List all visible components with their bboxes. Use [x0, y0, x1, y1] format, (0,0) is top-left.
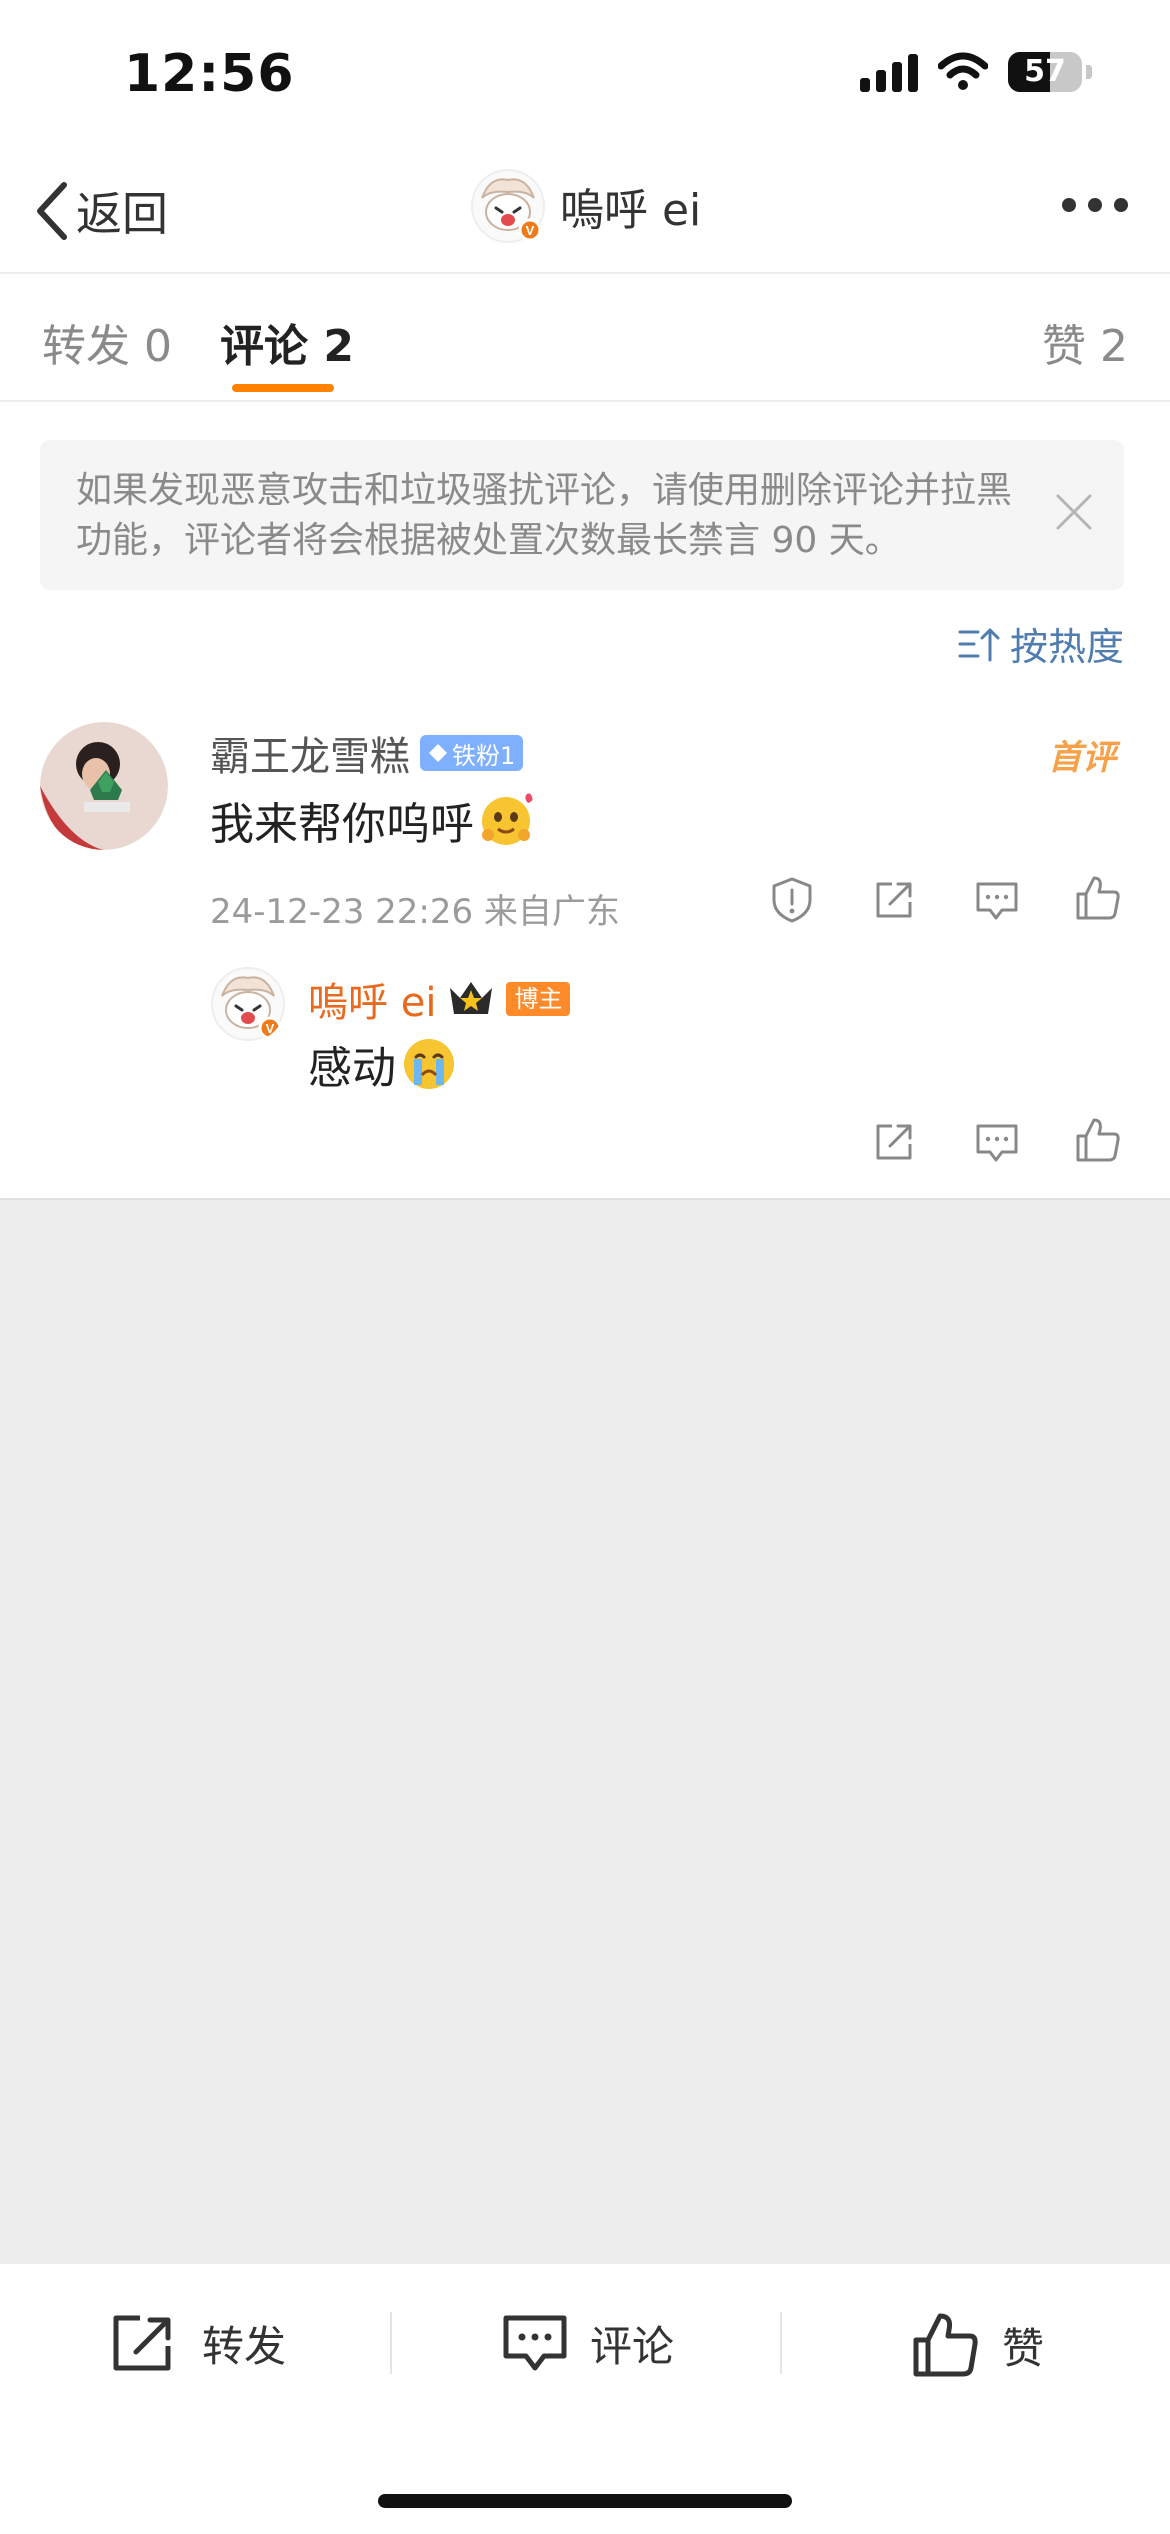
sort-icon [958, 628, 1000, 661]
tab-comment[interactable]: 评论 2 [220, 310, 354, 374]
fan-badge: 铁粉1 [420, 735, 524, 771]
chevron-left-icon [37, 182, 67, 240]
comment-content: 我来帮你呜呼 [210, 788, 536, 852]
share-icon [113, 2315, 171, 2371]
reply-icon[interactable] [974, 878, 1020, 924]
reply-reply-icon[interactable] [974, 1120, 1020, 1166]
cellular-signal-icon [860, 52, 918, 92]
svg-text:V: V [526, 223, 535, 238]
sort-label: 按热度 [1009, 625, 1124, 669]
share-icon[interactable] [872, 878, 916, 922]
close-icon[interactable] [1054, 492, 1094, 532]
tab-repost[interactable]: 转发 0 [42, 310, 172, 374]
bottom-action-bar: 转发 评论 赞 [0, 2262, 1170, 2534]
repost-button[interactable]: 转发 [110, 2312, 286, 2374]
battery-level: 57 [1024, 54, 1066, 89]
wifi-icon [938, 52, 988, 90]
empty-area [0, 1198, 1170, 2262]
like-icon [913, 2313, 978, 2377]
battery-icon: 57 [1008, 52, 1082, 92]
more-options-icon[interactable] [1062, 198, 1128, 212]
status-indicators: 57 [860, 52, 1092, 92]
repost-label: 转发 [202, 2321, 287, 2371]
diamond-icon [429, 744, 447, 762]
reply-share-icon[interactable] [872, 1120, 916, 1164]
moderation-notice: 如果发现恶意攻击和垃圾骚扰评论，请使用删除评论并拉黑功能，评论者将会根据被处置次… [40, 440, 1124, 590]
comment-meta: 24-12-23 22:26 来自广东 [210, 892, 620, 932]
tab-bar: 转发 0 评论 2 赞 2 [0, 272, 1170, 402]
like-button[interactable]: 赞 [912, 2312, 1044, 2378]
page-title: 嗚呼 ei [560, 185, 702, 236]
nav-title[interactable]: V 嗚呼 ei [470, 168, 701, 244]
crown-icon [450, 982, 493, 1014]
comment-label: 评论 [590, 2321, 675, 2371]
reply-like-icon[interactable] [1074, 1116, 1122, 1164]
status-time: 12:56 [124, 44, 295, 104]
reply-text: 感动 [308, 1043, 396, 1094]
commenter-name[interactable]: 霸王龙雪糕 [210, 724, 410, 782]
home-indicator[interactable] [378, 2494, 792, 2508]
navigation-bar: 返回 V 嗚呼 ei [0, 150, 1170, 274]
svg-text:V: V [266, 1021, 275, 1036]
avatar: V [471, 169, 545, 243]
sort-button[interactable]: 按热度 [958, 616, 1124, 671]
commenter-avatar[interactable] [40, 722, 168, 850]
like-icon[interactable] [1074, 874, 1122, 922]
reply-content: 感动 [308, 1032, 458, 1096]
first-comment-badge: 首评 [1048, 738, 1116, 778]
comment-button[interactable]: 评论 [502, 2312, 674, 2374]
active-tab-indicator [232, 384, 334, 392]
reply-user-name[interactable]: 嗚呼 ei [308, 970, 436, 1028]
comment-icon [503, 2315, 567, 2371]
notice-text: 如果发现恶意攻击和垃圾骚扰评论，请使用删除评论并拉黑功能，评论者将会根据被处置次… [76, 470, 1013, 561]
back-label: 返回 [76, 187, 168, 241]
fan-badge-label: 铁粉1 [452, 741, 516, 770]
back-button[interactable]: 返回 [34, 178, 168, 244]
like-label: 赞 [1002, 2323, 1045, 2373]
comment-text: 我来帮你呜呼 [210, 799, 474, 850]
hug-emoji-icon [482, 793, 533, 845]
status-bar: 12:56 57 [0, 0, 1170, 150]
report-icon[interactable] [770, 876, 814, 924]
host-badge: 博主 [506, 982, 571, 1016]
reply-avatar[interactable]: V [210, 966, 286, 1042]
commenter-row: 霸王龙雪糕 铁粉1 [210, 724, 524, 782]
crying-emoji-icon [404, 1039, 454, 1089]
reply-user-row: 嗚呼 ei 博主 [308, 970, 571, 1028]
tab-like[interactable]: 赞 2 [1042, 310, 1128, 374]
